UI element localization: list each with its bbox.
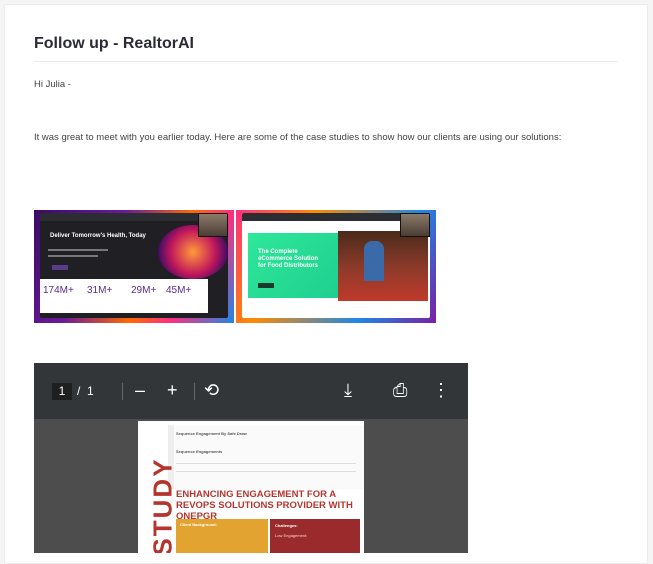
browser-window: Deliver Tomorrow's Health, Today 174M+ 3…	[40, 213, 228, 318]
browser-window: The Complete eCommerce Solution for Food…	[242, 213, 430, 318]
case-study-headline: ENHANCING ENGAGEMENT FOR A REVOPS SOLUTI…	[176, 489, 353, 522]
print-icon[interactable]: ⎙	[393, 379, 407, 401]
cta-button	[52, 265, 68, 270]
cta-button	[258, 283, 274, 288]
case-study-screenshot-1[interactable]: Deliver Tomorrow's Health, Today 174M+ 3…	[34, 210, 234, 323]
case-study-screenshot-2[interactable]: The Complete eCommerce Solution for Food…	[236, 210, 436, 323]
email-body: It was great to meet with you earlier to…	[34, 132, 562, 143]
client-background-box: Client Background:	[176, 519, 268, 553]
more-options-icon[interactable]: ⋮	[432, 379, 450, 401]
challenges-box: Challenges: Low Engagement:	[270, 519, 360, 553]
divider	[34, 61, 618, 62]
toolbar-divider	[122, 383, 123, 400]
page-count: / 1	[77, 384, 94, 398]
stats-band: 174M+ 31M+ 29M+ 45M+	[40, 279, 208, 313]
email-container: Follow up - RealtorAI Hi Julia - It was …	[4, 4, 648, 564]
toolbar-divider	[194, 383, 195, 400]
site-headline: Deliver Tomorrow's Health, Today	[50, 233, 146, 239]
pdf-toolbar: 1 / 1 – + ⟲ ⤓ ⎙ ⋮	[34, 363, 468, 419]
pdf-page: Sequence Engagement By Safe Draw Sequenc…	[138, 421, 364, 553]
rotate-icon[interactable]: ⟲	[204, 379, 219, 401]
webcam-overlay	[400, 213, 430, 237]
email-greeting: Hi Julia -	[34, 79, 71, 90]
zoom-in-button[interactable]: +	[167, 379, 178, 401]
webcam-overlay	[198, 213, 228, 237]
zoom-out-button[interactable]: –	[135, 379, 145, 401]
download-icon[interactable]: ⤓	[344, 379, 352, 401]
pdf-viewer[interactable]: 1 / 1 – + ⟲ ⤓ ⎙ ⋮ Sequence Engagement By…	[34, 363, 468, 553]
embedded-table: Sequence Engagement By Safe Draw Sequenc…	[168, 425, 364, 489]
page-number-input[interactable]: 1	[52, 383, 72, 400]
site-headline: The Complete eCommerce Solution for Food…	[258, 249, 319, 269]
email-subject: Follow up - RealtorAI	[34, 35, 194, 52]
hero-photo	[338, 231, 428, 301]
hero-panel: The Complete eCommerce Solution for Food…	[248, 233, 338, 298]
vertical-title: STUDY	[147, 457, 178, 553]
